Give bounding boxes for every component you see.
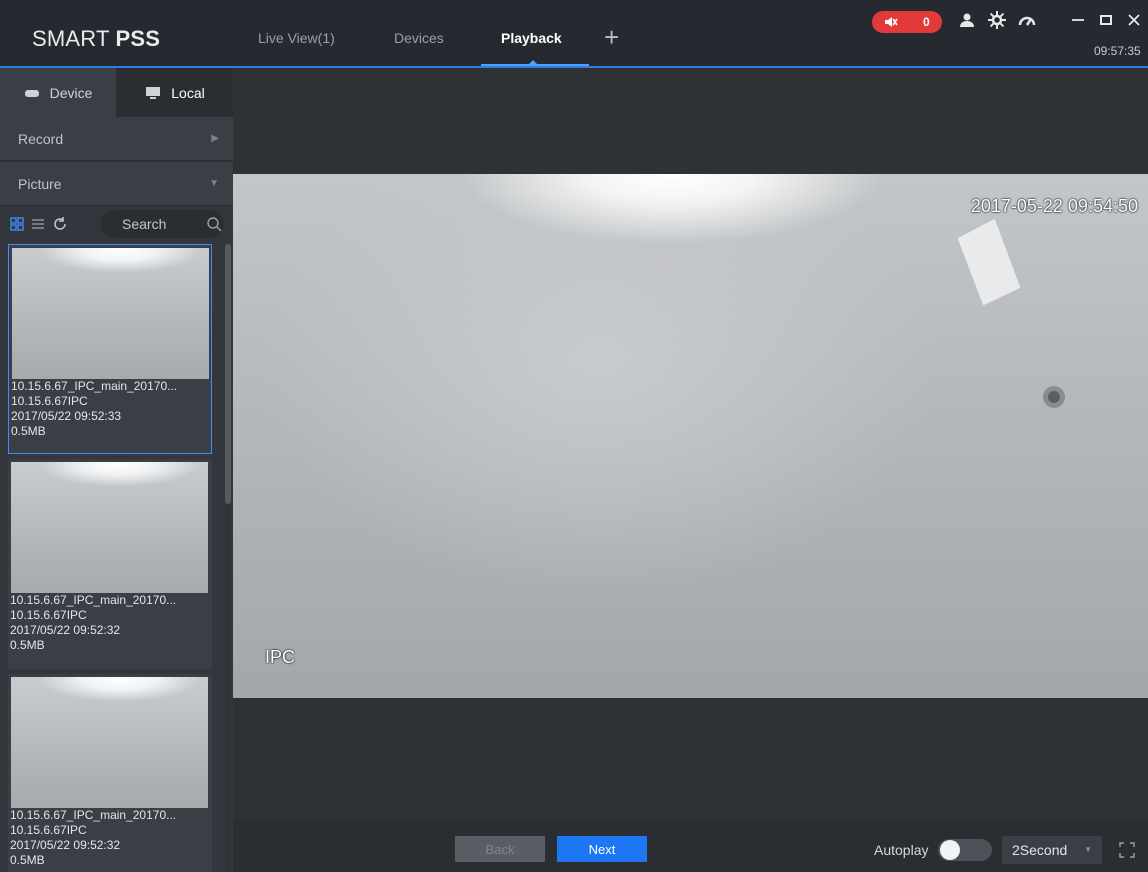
picture-filename: 10.15.6.67_IPC_main_20170... [10,593,177,607]
alarm-button[interactable]: 0 [872,11,942,33]
search-placeholder: Search [122,216,167,232]
picture-device: 10.15.6.67IPC [10,608,87,622]
tab-local[interactable]: Local [117,68,233,117]
picture-time: 2017/05/22 09:52:32 [10,838,121,852]
plus-icon[interactable]: + [604,24,619,50]
picture-info: 10.15.6.67_IPC_main_20170... 10.15.6.67I… [10,808,176,868]
sidebar: Device Local Record ▶ Picture ▼ Search 1… [0,68,233,872]
hard-drive-icon [24,89,39,97]
refresh-icon[interactable] [52,216,68,232]
picture-item[interactable]: 10.15.6.67_IPC_main_20170... 10.15.6.67I… [8,459,212,669]
autoplay-toggle[interactable] [938,839,992,861]
scrollbar-thumb[interactable] [225,244,231,504]
picture-info: 10.15.6.67_IPC_main_20170... 10.15.6.67I… [10,593,176,653]
picture-time: 2017/05/22 09:52:32 [10,623,121,637]
chevron-down-icon: ▼ [209,178,219,189]
gear-icon[interactable] [987,10,1007,30]
tab-playback[interactable]: Playback [501,30,562,46]
fullscreen-icon[interactable] [1119,842,1135,858]
ceiling-fixture-shape [1043,386,1065,408]
monitor-icon [146,86,161,99]
picture-toolbar: Search [0,210,233,238]
chevron-right-icon: ▶ [211,133,219,144]
toggle-knob [940,840,960,860]
picture-thumbnail [12,248,209,379]
chevron-down-icon: ▼ [1084,845,1092,854]
section-picture-label: Picture [18,176,62,192]
alarm-count: 0 [922,15,930,29]
section-record-label: Record [18,131,64,147]
section-record[interactable]: Record ▶ [0,117,233,161]
picture-item[interactable]: 10.15.6.67_IPC_main_20170... 10.15.6.67I… [8,674,212,872]
interval-select[interactable]: 2Second ▼ [1002,836,1102,864]
osd-channel-name: IPC [265,647,296,667]
active-tab-caret [528,60,538,65]
source-tabs: Device Local [0,68,233,117]
search-input[interactable]: Search [100,210,224,238]
grid-view-icon[interactable] [10,217,24,231]
picture-item[interactable]: 10.15.6.67_IPC_main_20170... 10.15.6.67I… [8,244,212,454]
picture-info: 10.15.6.67_IPC_main_20170... 10.15.6.67I… [11,379,177,439]
picture-size: 0.5MB [11,424,46,438]
tab-live-view[interactable]: Live View(1) [258,30,335,46]
playback-area: 2017-05-22 09:54:50 IPC Back Next Autopl… [233,68,1148,872]
playback-controls: Back Next Autoplay 2Second ▼ [233,820,1148,872]
list-view-icon[interactable] [31,217,45,231]
picture-filename: 10.15.6.67_IPC_main_20170... [11,379,178,393]
autoplay-label: Autoplay [874,842,929,858]
picture-thumbnail [11,462,208,593]
tab-local-label: Local [171,84,205,101]
back-button[interactable]: Back [455,836,545,862]
picture-thumbnail [11,677,208,808]
interval-value: 2Second [1012,842,1068,858]
picture-device: 10.15.6.67IPC [11,394,88,408]
tab-devices[interactable]: Devices [394,30,444,46]
clock: 09:57:35 [1094,44,1141,58]
minimize-icon[interactable] [1068,10,1088,30]
brand-bold: PSS [115,26,161,51]
picture-time: 2017/05/22 09:52:33 [11,409,122,423]
picture-device: 10.15.6.67IPC [10,823,87,837]
app-logo: SMART PSS [32,26,160,52]
picture-list-scrollbar[interactable] [225,244,231,872]
tab-device-label: Device [49,84,93,101]
picture-filename: 10.15.6.67_IPC_main_20170... [10,808,177,822]
osd-timestamp: 2017-05-22 09:54:50 [970,196,1138,216]
top-bar: SMART PSS Live View(1) Devices Playback … [0,0,1148,68]
performance-gauge-icon[interactable] [1017,10,1037,30]
picture-viewer: 2017-05-22 09:54:50 IPC [233,174,1148,698]
picture-list: 10.15.6.67_IPC_main_20170... 10.15.6.67I… [0,244,223,872]
speaker-muted-icon [885,17,898,27]
maximize-icon[interactable] [1096,10,1116,30]
picture-size: 0.5MB [10,638,45,652]
close-icon[interactable] [1124,10,1144,30]
brand-prefix: SMART [32,26,110,51]
next-button[interactable]: Next [557,836,647,862]
user-icon[interactable] [957,10,977,30]
search-icon[interactable] [206,216,222,232]
tab-device[interactable]: Device [0,68,116,117]
wall-device-shape [956,218,1022,307]
section-picture[interactable]: Picture ▼ [0,162,233,206]
picture-size: 0.5MB [10,853,45,867]
